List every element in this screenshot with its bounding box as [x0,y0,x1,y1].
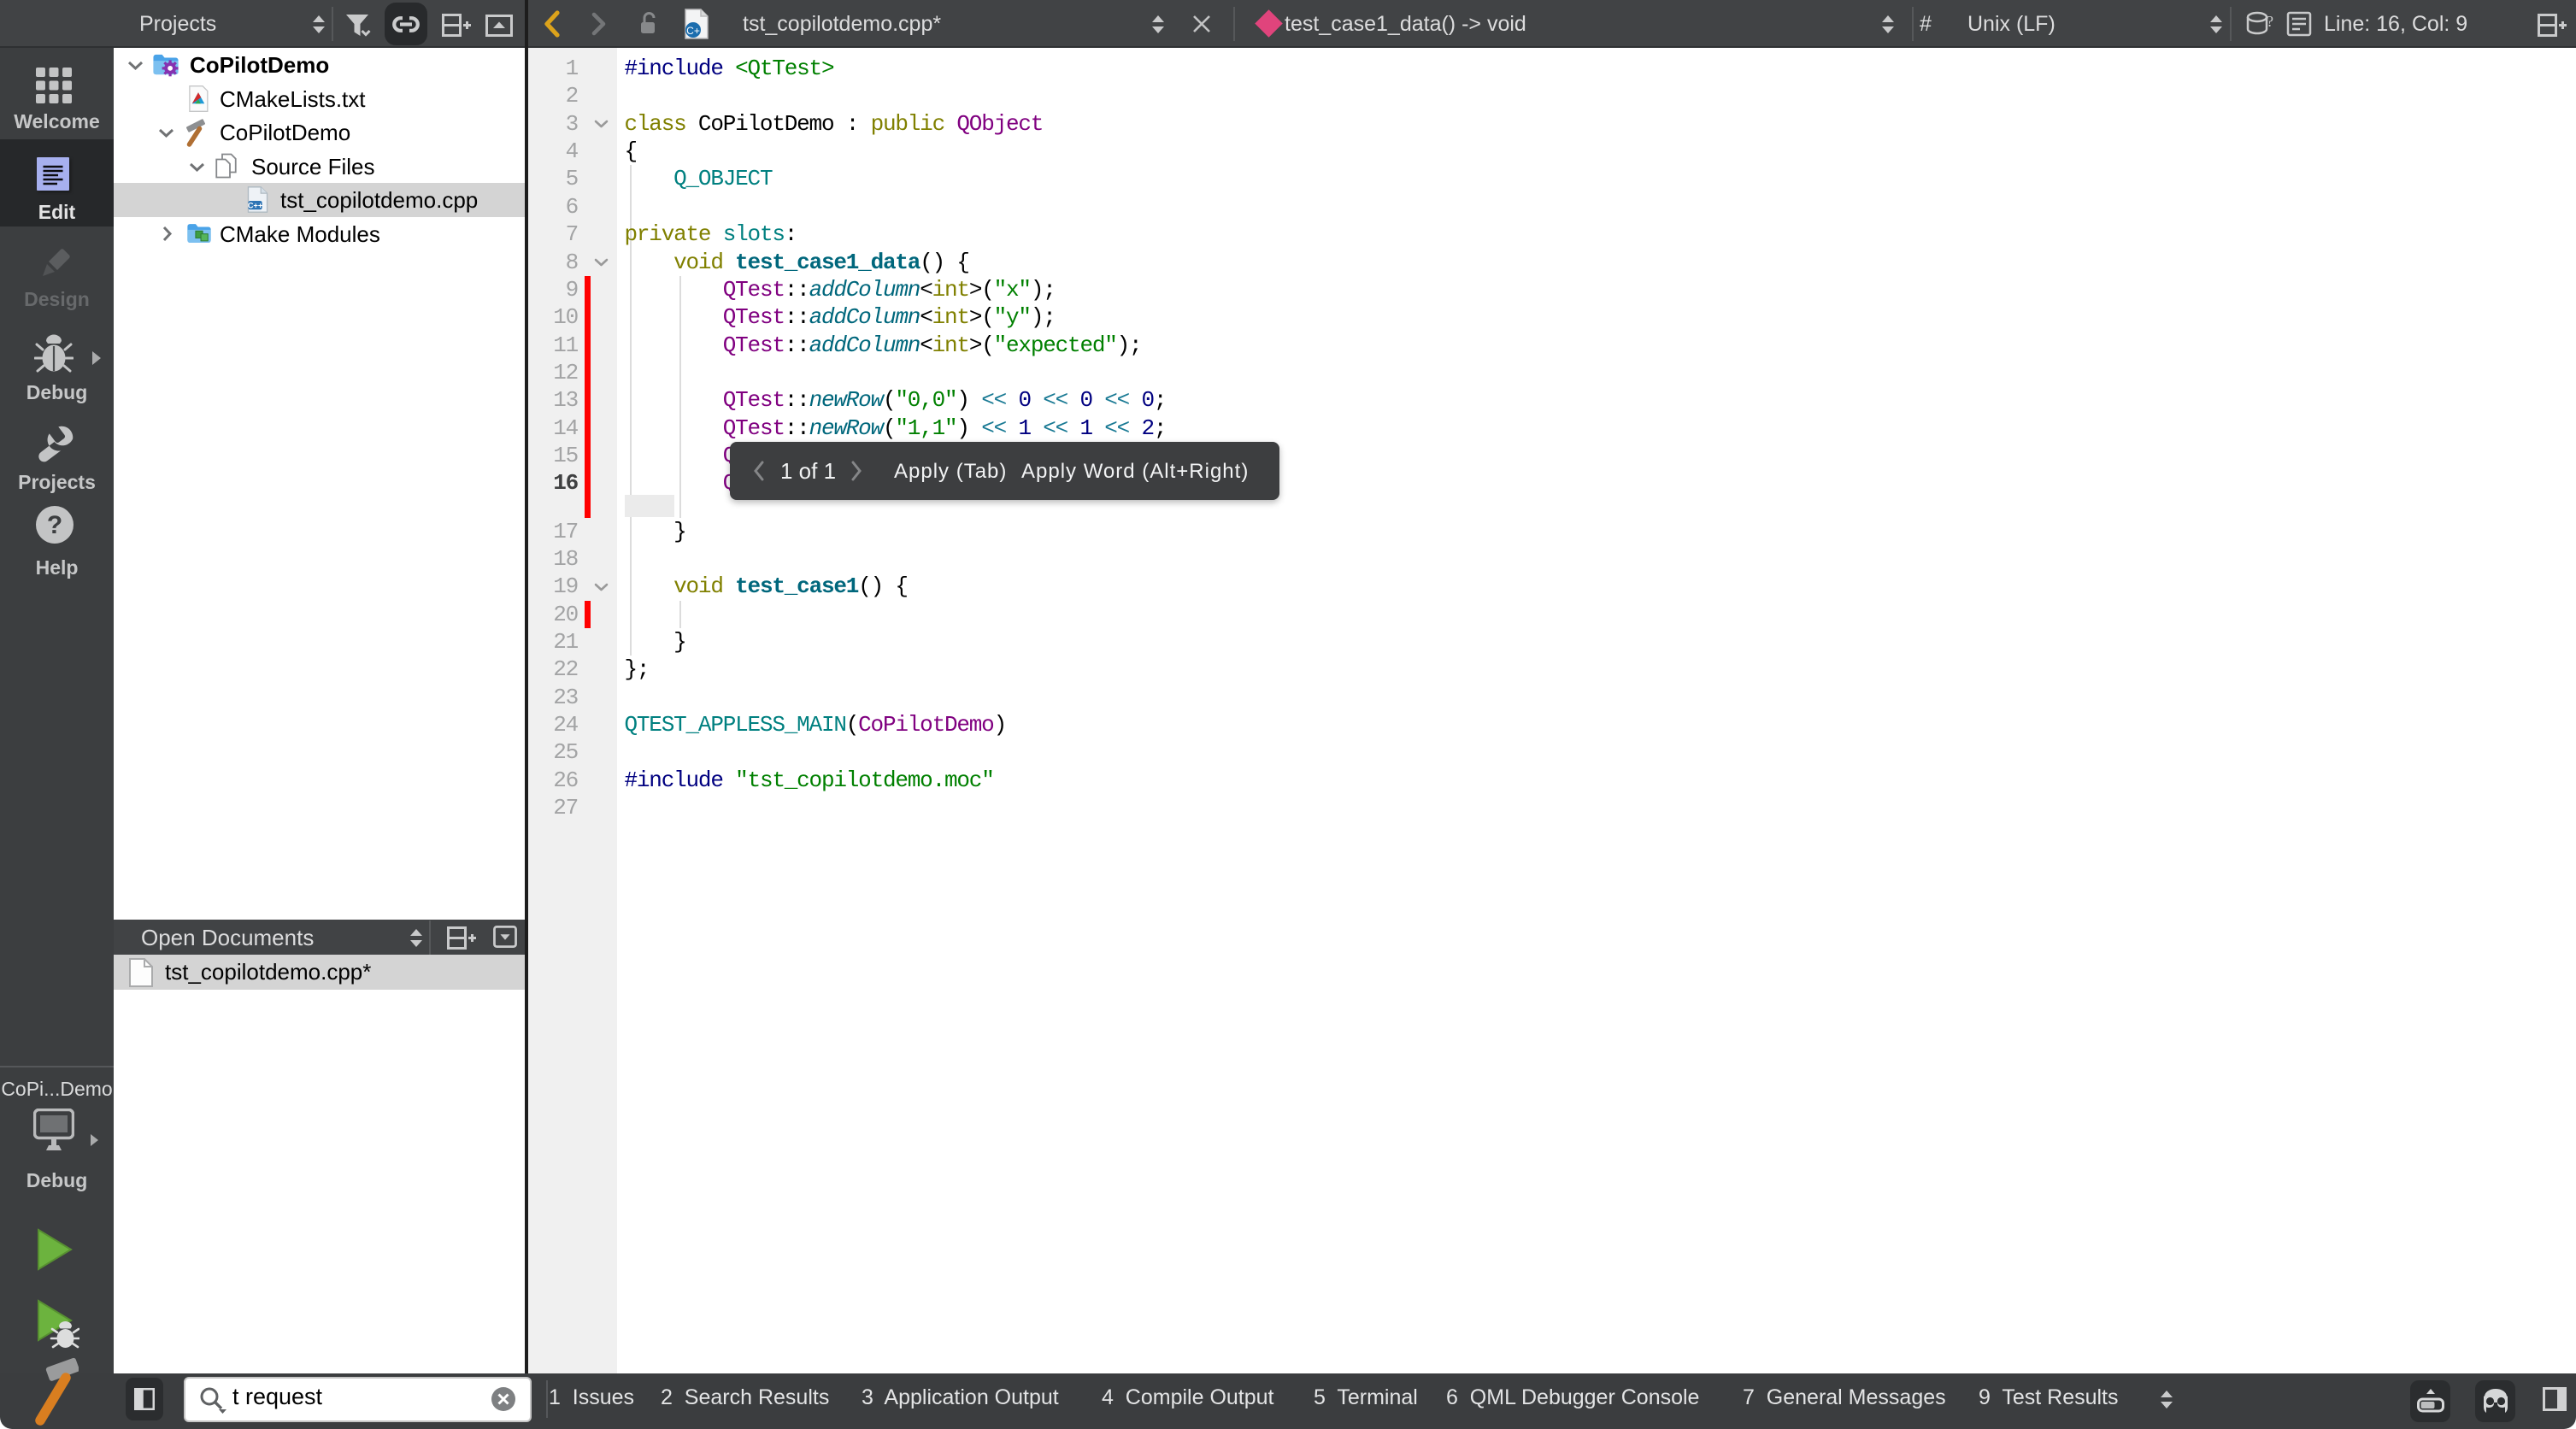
svg-text:C+: C+ [686,25,700,37]
svg-text:?: ? [47,511,62,539]
svg-text:?: ? [2267,13,2273,30]
svg-text:C++: C++ [248,202,262,210]
